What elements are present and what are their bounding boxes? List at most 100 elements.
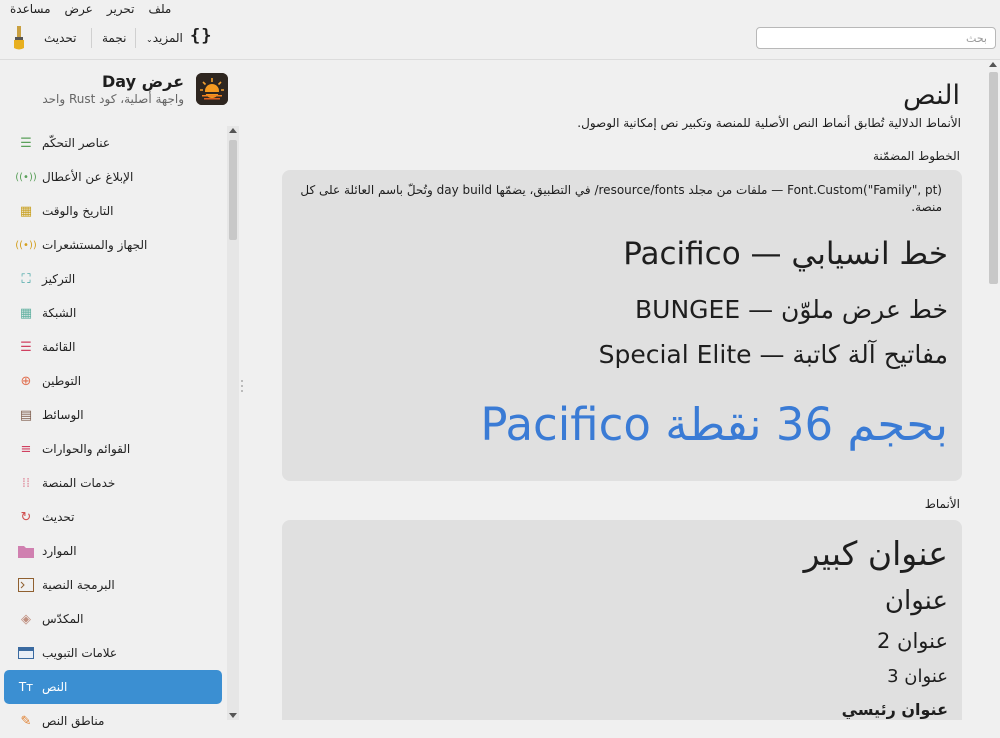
sidebar-item-stack[interactable]: ◈ المكدّس [4, 602, 222, 636]
braces-button[interactable]: {} [190, 26, 212, 46]
sidebar-item-label: خدمات المنصة [42, 476, 116, 490]
app-title: عرض Day [102, 72, 184, 91]
sidebar-item-label: التركيز [42, 272, 76, 286]
more-label: المزيد [152, 31, 183, 45]
toolbar-separator [91, 28, 92, 48]
paintbrush-icon[interactable] [10, 25, 28, 51]
menu-bar: مساعدة عرض تحرير ملف [0, 0, 1000, 18]
pacifico-36pt-sample-text: بحجم 36 نقطة Pacifico [480, 398, 948, 451]
broadcast-icon: ((•)) [15, 171, 37, 183]
bungee-sample-text: خط عرض ملوّن — BUNGEE [635, 295, 948, 324]
large-title-sample: عنوان كبير [803, 534, 948, 573]
grid-icon: ▦ [19, 305, 33, 321]
sidebar-item-label: الوسائط [42, 408, 84, 422]
sidebar-item-scripting[interactable]: البرمجة النصية [4, 568, 222, 602]
sidebar-item-label: القائمة [42, 340, 76, 354]
sidebar-item-label: القوائم والحوارات [42, 442, 131, 456]
special-elite-sample: مفاتيح آلة كاتبة — Special Elite [599, 340, 948, 369]
clapper-icon: ▤ [19, 407, 33, 423]
sidebar-item-controls[interactable]: ☰ عناصر التحكّم [4, 126, 222, 160]
embedded-fonts-label: الخطوط المضمّنة [872, 149, 960, 163]
sliders-icon: ☰ [20, 135, 32, 151]
sidebar-item-device-sensors[interactable]: ((•)) الجهاز والمستشعرات [4, 228, 222, 262]
styles-label: الأنماط [924, 497, 960, 511]
title3-sample: عنوان 3 [887, 666, 948, 687]
folder-icon [18, 543, 34, 559]
sidebar-item-label: البرمجة النصية [42, 578, 115, 592]
sidebar-item-label: الموارد [42, 544, 77, 558]
headline-sample: عنوان رئيسي [841, 700, 948, 719]
stack-icon: ◈ [21, 611, 31, 627]
sidebar-item-date-time[interactable]: ▦ التاريخ والوقت [4, 194, 222, 228]
sunset-logo-icon [196, 73, 228, 105]
sidebar-item-label: الشبكة [42, 306, 77, 320]
pacifico-36pt-sample: بحجم 36 نقطة Pacifico [480, 398, 948, 451]
edit-icon: ✎ [20, 713, 32, 729]
sidebar-item-grid[interactable]: ▦ الشبكة [4, 296, 222, 330]
pacifico-sample: خط انسيابي — Pacifico [623, 236, 948, 272]
sidebar-item-crash-report[interactable]: ((•)) الإبلاغ عن الأعطال [4, 160, 222, 194]
focus-icon: ⛶ [21, 271, 31, 287]
sidebar-item-label: المكدّس [42, 612, 84, 626]
sidebar-item-localization[interactable]: ⊕ التوطين [4, 364, 222, 398]
sidebar-item-focus[interactable]: ⛶ التركيز [4, 262, 222, 296]
star-button[interactable]: نجمة [102, 30, 126, 46]
sidebar-item-label: علامات التبويب [42, 646, 118, 660]
sidebar-item-label: الجهاز والمستشعرات [42, 238, 148, 252]
sidebar: عرض Day واجهة أصلية، كود Rust واحد ☰ عناص… [0, 60, 240, 729]
list-icon: ☰ [20, 339, 32, 355]
pacifico-sample-text: خط انسيابي — Pacifico [623, 236, 948, 272]
sidebar-item-label: عناصر التحكّم [42, 136, 111, 150]
sidebar-nav: ☰ عناصر التحكّم ((•)) الإبلاغ عن الأعطال ▦… [4, 126, 222, 738]
sidebar-item-refresh[interactable]: ↻ تحديث [4, 500, 222, 534]
scroll-up-arrow-icon[interactable] [989, 62, 997, 67]
embedded-fonts-note: Font.Custom("Family", pt) — ملفات من مجل… [300, 183, 942, 214]
update-button[interactable]: تحديث [44, 30, 77, 46]
title2-sample: عنوان 2 [876, 629, 948, 653]
app-header: عرض Day واجهة أصلية، كود Rust واحد [3, 72, 228, 108]
sidebar-item-tabs[interactable]: علامات التبويب [4, 636, 222, 670]
sidebar-item-list[interactable]: ☰ القائمة [4, 330, 222, 364]
more-dropdown[interactable]: المزيد⌄ [146, 30, 183, 48]
text-icon: Tт [18, 680, 34, 694]
sidebar-item-label: الإبلاغ عن الأعطال [42, 170, 134, 184]
calendar-icon: ▦ [19, 203, 33, 219]
special-elite-sample-text: مفاتيح آلة كاتبة — Special Elite [598, 340, 948, 369]
toolbar-separator [135, 28, 136, 48]
bungee-sample: خط عرض ملوّن — BUNGEE [635, 295, 948, 324]
sidebar-item-text-areas[interactable]: ✎ مناطق النص [4, 704, 222, 738]
styles-card: عنوان كبير عنوان عنوان 2 عنوان 3 عنوان ر… [282, 520, 962, 720]
chevron-down-icon: ⌄ [146, 35, 153, 44]
menu-file[interactable]: ملف [149, 0, 172, 18]
globe-icon: ⊕ [20, 373, 32, 389]
embedded-fonts-card: Font.Custom("Family", pt) — ملفات من مجل… [282, 170, 962, 481]
sidebar-item-label: تحديث [42, 510, 75, 524]
sidebar-scroll-thumb[interactable] [229, 140, 237, 240]
sidebar-item-label: النص [42, 680, 68, 694]
menu-view[interactable]: عرض [65, 0, 93, 18]
scroll-up-arrow-icon[interactable] [229, 128, 237, 133]
menu-help[interactable]: مساعدة [10, 0, 51, 18]
sidebar-scrollbar[interactable] [227, 126, 239, 720]
sidebar-item-text[interactable]: Tт النص [4, 670, 222, 704]
page-description: الأنماط الدلالية تُطابق أنماط النص الأصل… [577, 116, 961, 130]
menu-edit[interactable]: تحرير [107, 0, 135, 18]
search-input[interactable] [756, 27, 996, 49]
menu-icon: ≡ [20, 441, 32, 457]
scroll-down-arrow-icon[interactable] [229, 713, 237, 718]
refresh-icon: ↻ [20, 509, 32, 525]
app-subtitle: واجهة أصلية، كود Rust واحد [42, 92, 184, 106]
sidebar-item-resources[interactable]: الموارد [4, 534, 222, 568]
toolbar: تحديث نجمة المزيد⌄ {} [0, 18, 1000, 60]
main-scrollbar[interactable] [986, 60, 1000, 720]
terminal-icon [18, 577, 34, 593]
sensor-icon: ((•)) [15, 239, 37, 251]
sidebar-item-label: التوطين [42, 374, 82, 388]
sidebar-item-menus-dialogs[interactable]: ≡ القوائم والحوارات [4, 432, 222, 466]
sidebar-item-label: التاريخ والوقت [42, 204, 114, 218]
sidebar-item-label: مناطق النص [42, 714, 105, 728]
sidebar-item-platform-services[interactable]: ⁞⁞ خدمات المنصة [4, 466, 222, 500]
sidebar-item-media[interactable]: ▤ الوسائط [4, 398, 222, 432]
main-scroll-thumb[interactable] [989, 72, 998, 284]
tabs-icon [18, 645, 34, 661]
